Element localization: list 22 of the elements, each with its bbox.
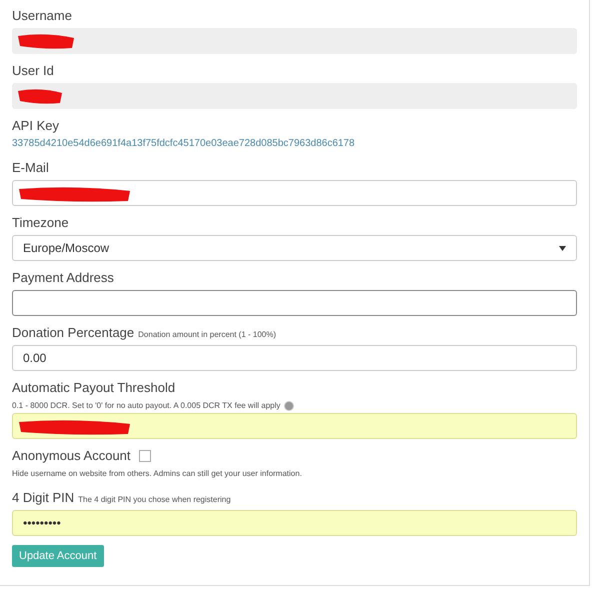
input-field[interactable]: ••••••••• [12,510,577,536]
field-note: Donation amount in percent (1 - 100%) [138,329,276,341]
field-label: 4 Digit PIN [12,490,74,506]
caret-icon [559,246,566,250]
field-label: Payment Address [12,270,114,286]
field-label: Automatic Payout Threshold [12,380,176,396]
field-label: API Key [12,118,59,134]
input-field[interactable] [12,180,577,206]
input-field[interactable]: 0.00 [12,345,577,371]
field-label: Timezone [12,215,69,231]
field-hint: Hide username on website from others. Admins can still get your user information. [12,468,302,480]
field-label: Donation Percentage [12,325,134,341]
field-label: User Id [12,63,54,79]
checkbox[interactable] [138,450,151,462]
api-key-value: 33785d4210e54d6e691f4a13f75fdcfc45170e03eae728d085bc7963d86c6178 [12,137,356,151]
field-label: Anonymous Account [12,448,131,464]
field-label: E-Mail [12,160,49,176]
select-field[interactable]: Europe/Moscow [12,235,577,261]
input-field[interactable] [12,290,577,316]
field-label: Username [12,8,72,24]
field-hint: 0.1 - 8000 DCR. Set to '0' for no auto payout. A 0.005 DCR TX fee will apply [12,400,280,412]
field-note: The 4 digit PIN you chose when registering [78,494,231,506]
